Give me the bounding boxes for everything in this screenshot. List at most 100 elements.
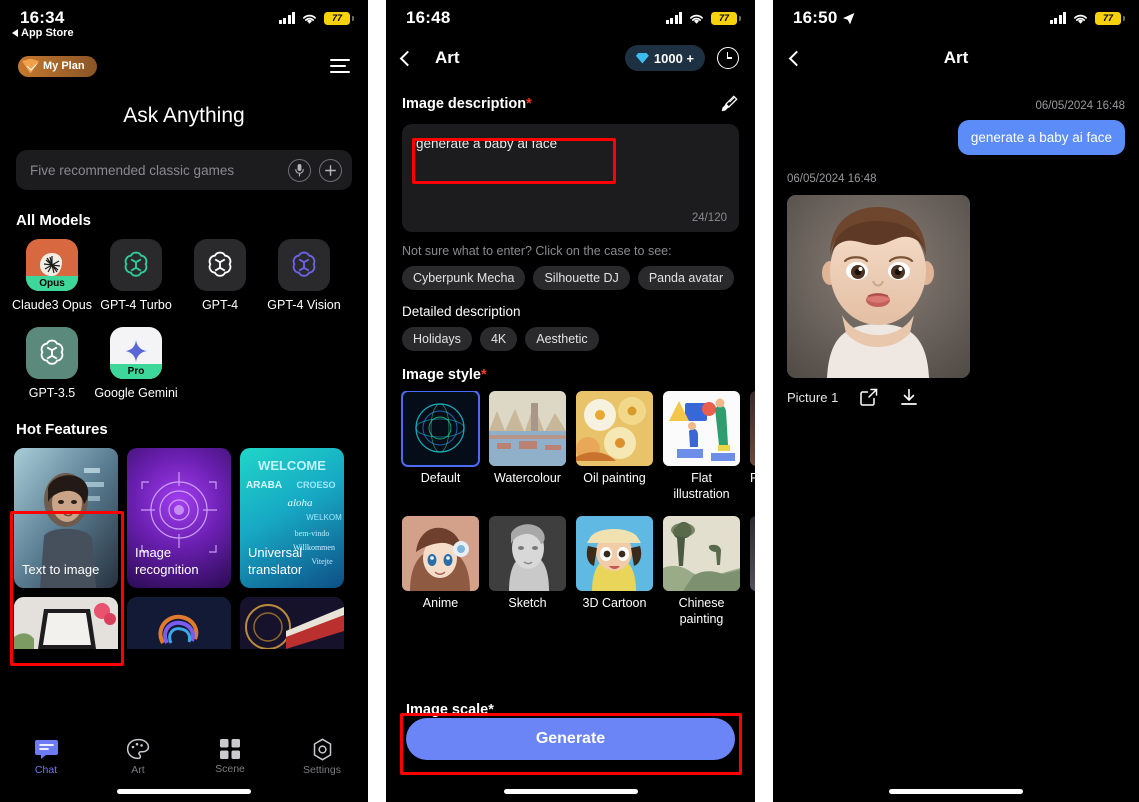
- detailed-description-label: Detailed description: [402, 304, 521, 319]
- feature-card-image-recognition[interactable]: Image recognition: [127, 448, 231, 588]
- chip-4k[interactable]: 4K: [479, 327, 518, 351]
- style-option-partial[interactable]: P: [750, 391, 755, 502]
- style-option-default[interactable]: Default: [401, 391, 480, 502]
- style-thumb: [576, 391, 653, 466]
- models-row-2: GPT-3.5 Pro Google Gemini: [0, 327, 368, 401]
- download-icon[interactable]: [900, 388, 918, 406]
- style-label: Default: [420, 471, 461, 485]
- status-indicators: 77: [278, 11, 354, 25]
- credits-badge[interactable]: 1000 +: [624, 45, 705, 71]
- style-label: Anime: [422, 596, 459, 610]
- hot-features-row-2: [0, 597, 368, 649]
- chevron-left-icon[interactable]: [788, 50, 805, 66]
- style-art-sketch: [489, 516, 566, 591]
- model-card-gpt4[interactable]: GPT-4: [178, 239, 262, 313]
- sent-timestamp: 06/05/2024 16:48: [1035, 100, 1125, 112]
- generate-button[interactable]: Generate: [406, 718, 735, 760]
- back-triangle-icon: [12, 29, 18, 37]
- feature-art-ribbon: [127, 597, 231, 649]
- battery-icon: 77: [1095, 11, 1125, 25]
- chat-bubble-sent[interactable]: generate a baby ai face: [957, 120, 1125, 155]
- tab-settings[interactable]: Settings: [276, 738, 368, 776]
- menu-icon[interactable]: [330, 59, 350, 73]
- reply-timestamp: 06/05/2024 16:48: [787, 173, 877, 185]
- image-description-label-row: Image description*: [386, 80, 755, 114]
- feature-card-history[interactable]: [240, 597, 344, 649]
- model-card-gpt4-turbo[interactable]: GPT-4 Turbo: [94, 239, 178, 313]
- style-label: Flat illustration: [673, 471, 730, 501]
- style-option-partial[interactable]: [750, 516, 755, 627]
- back-to-app-store-link[interactable]: App Store: [12, 27, 74, 39]
- required-marker: *: [481, 367, 487, 383]
- model-card-claude3-opus[interactable]: Opus Claude3 Opus: [10, 239, 94, 313]
- image-description-input[interactable]: generate a baby ai face 24/120: [402, 124, 739, 232]
- share-icon[interactable]: [860, 388, 878, 406]
- chat-bubble-icon: [34, 740, 58, 759]
- brush-icon[interactable]: [719, 94, 739, 114]
- model-card-gpt35[interactable]: GPT-3.5: [10, 327, 94, 401]
- style-option-3d-cartoon[interactable]: 3D Cartoon: [576, 516, 653, 627]
- style-art-flat: [663, 391, 740, 466]
- chevron-left-icon[interactable]: [399, 50, 416, 66]
- style-thumb: [402, 516, 479, 591]
- style-art-3d-cartoon: [576, 516, 653, 591]
- svg-text:bem-vindo: bem-vindo: [295, 529, 330, 538]
- model-label: Claude3 Opus: [12, 298, 92, 312]
- all-models-header: All Models: [16, 212, 92, 229]
- generate-button-wrap: Generate: [386, 718, 755, 760]
- model-slot-empty: [262, 327, 346, 401]
- nav-bar: Art: [773, 36, 1139, 80]
- style-label: P: [750, 471, 755, 485]
- credits-label: 1000 +: [653, 50, 694, 66]
- page-title: Art: [435, 48, 460, 67]
- page-title: Art: [943, 48, 969, 67]
- style-option-sketch[interactable]: Sketch: [489, 516, 566, 627]
- search-input[interactable]: Five recommended classic games: [16, 150, 352, 190]
- style-label: Oil painting: [583, 471, 646, 485]
- status-bar: 16:48 77: [386, 0, 755, 36]
- style-option-watercolour[interactable]: Watercolour: [489, 391, 566, 502]
- clock-icon[interactable]: [717, 47, 739, 69]
- home-indicator: [889, 789, 1023, 794]
- openai-icon: [26, 327, 78, 379]
- microphone-icon[interactable]: [288, 158, 311, 182]
- detail-chips: Holidays 4K Aesthetic: [386, 319, 755, 351]
- nav-bar: Art 1000 +: [386, 36, 755, 80]
- chip-silhouette-dj[interactable]: Silhouette DJ: [533, 266, 630, 290]
- style-option-oil-painting[interactable]: Oil painting: [576, 391, 653, 502]
- tab-chat[interactable]: Chat: [0, 738, 92, 776]
- generated-image[interactable]: [787, 195, 970, 378]
- models-row-1: Opus Claude3 Opus GPT-4 Turbo GPT-4 GPT-…: [0, 239, 368, 313]
- chip-cyberpunk-mecha[interactable]: Cyberpunk Mecha: [402, 266, 526, 290]
- status-time: 16:48: [406, 8, 451, 27]
- feature-card-3d-art[interactable]: [127, 597, 231, 649]
- tab-label: Settings: [303, 764, 341, 776]
- style-option-anime[interactable]: Anime: [402, 516, 479, 627]
- my-plan-badge[interactable]: My Plan: [18, 55, 97, 77]
- openai-icon: [110, 239, 162, 291]
- feature-card-universal-translator[interactable]: WELCOME ARABA CROESO aloha WELKOM bem-vi…: [240, 448, 344, 588]
- tab-scene[interactable]: Scene: [184, 738, 276, 775]
- page-title: Ask Anything: [123, 104, 245, 127]
- feature-card-document[interactable]: [14, 597, 118, 649]
- style-art-chinese: [663, 516, 740, 591]
- status-indicators: 77: [1049, 11, 1125, 25]
- chip-holidays[interactable]: Holidays: [402, 327, 472, 351]
- model-card-gpt4-vision[interactable]: GPT-4 Vision: [262, 239, 346, 313]
- chip-panda-avatar[interactable]: Panda avatar: [637, 266, 735, 290]
- style-option-flat-illustration[interactable]: Flat illustration: [663, 391, 740, 502]
- cellular-signal-icon: [665, 12, 682, 24]
- feature-card-text-to-image[interactable]: Text to image: [14, 448, 118, 588]
- phone-screen-art-form: 16:48 77 Art 1000 + Image description* g…: [386, 0, 755, 802]
- plus-icon[interactable]: [319, 158, 342, 182]
- tab-art[interactable]: Art: [92, 738, 184, 776]
- feature-art-desk: [14, 597, 118, 649]
- picture-actions-row: Picture 1: [773, 378, 1139, 406]
- style-option-chinese-painting[interactable]: Chinese painting: [663, 516, 740, 627]
- wifi-icon: [690, 14, 703, 24]
- model-card-google-gemini[interactable]: Pro Google Gemini: [94, 327, 178, 401]
- model-label: GPT-4 Turbo: [100, 298, 172, 312]
- home-indicator: [503, 789, 638, 794]
- chip-aesthetic[interactable]: Aesthetic: [525, 327, 599, 351]
- battery-icon: 77: [324, 11, 354, 25]
